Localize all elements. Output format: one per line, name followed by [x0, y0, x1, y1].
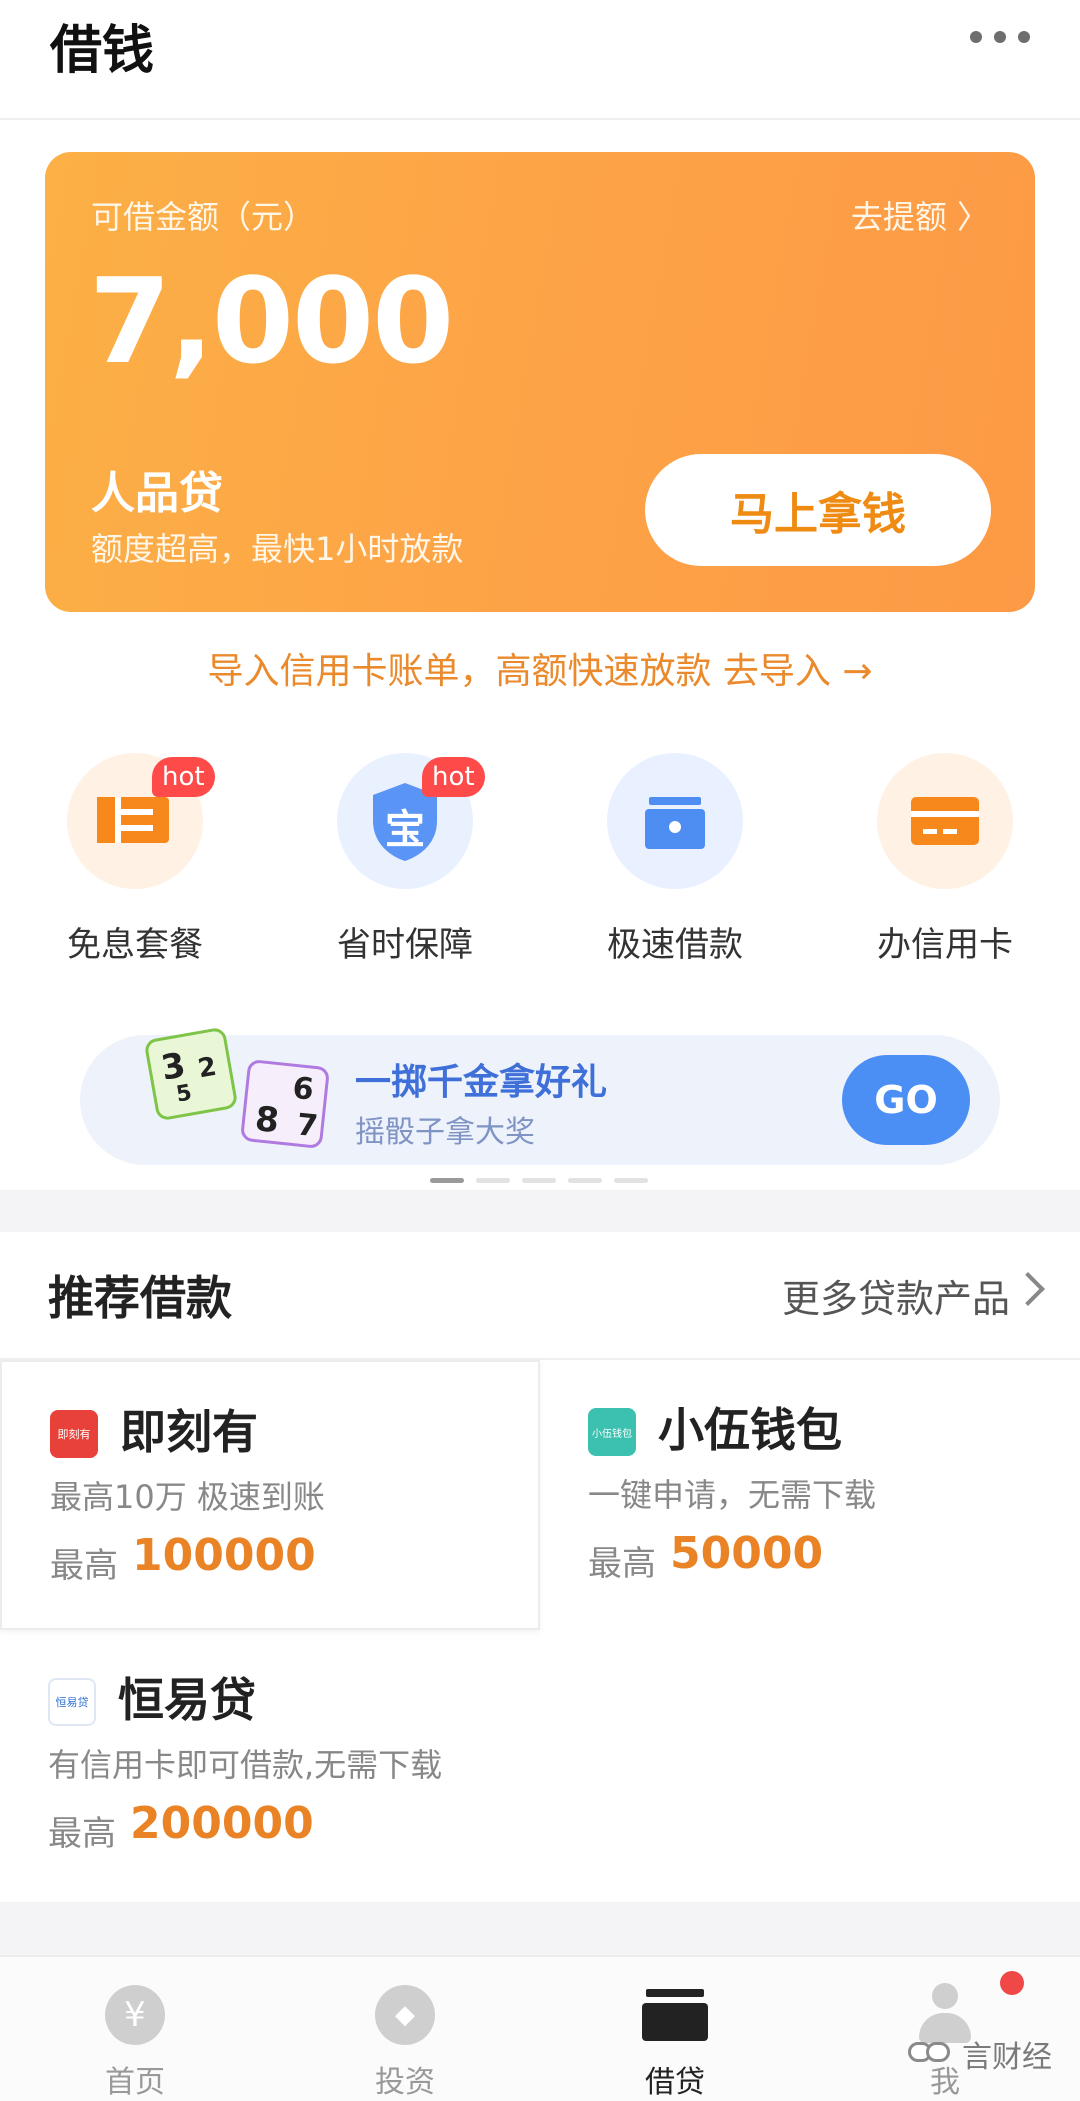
- product-max-label: 最高: [48, 1814, 116, 1854]
- loan-amount-card: 可借金额（元） 去提额 〉 7,000 人品贷 额度超高，最快1小时放款 马上拿…: [45, 152, 1035, 612]
- loan-product-card[interactable]: 即刻有 即刻有 最高10万 极速到账 最高 100000: [0, 1360, 540, 1630]
- top-section: 借钱 可借金额（元） 去提额 〉 7,000 人品贷 额度超高，最快1小时放款 …: [0, 0, 1080, 1190]
- product-description: 最高10万 极速到账: [50, 1478, 325, 1516]
- quick-actions: hot 免息套餐 宝 hot 省时保障 极速借款 办信用卡: [0, 745, 1080, 975]
- dice-number: 8: [253, 1099, 281, 1142]
- carousel-dot: [476, 1178, 510, 1183]
- loan-product-card[interactable]: 小伍钱包 小伍钱包 一键申请，无需下载 最高 50000: [540, 1360, 1080, 1630]
- card-icon: [911, 797, 979, 845]
- folder-icon: [645, 797, 705, 849]
- loan-product-description: 额度超高，最快1小时放款: [91, 530, 464, 568]
- product-max-value: 100000: [132, 1530, 316, 1581]
- dice-icon: 6 8 7: [239, 1058, 331, 1150]
- product-max-label: 最高: [588, 1544, 656, 1584]
- product-logo-text: 小伍钱包: [592, 1428, 632, 1440]
- product-name: 小伍钱包: [658, 1403, 842, 1457]
- chevron-right-icon[interactable]: [1011, 1272, 1045, 1306]
- dice-icon: 3 2 5: [143, 1026, 239, 1122]
- product-logo-text: 即刻有: [57, 1428, 91, 1441]
- loan-box-icon: [642, 1989, 708, 2041]
- app-header: 借钱: [0, 0, 1080, 120]
- quick-action-label: 省时保障: [337, 925, 473, 965]
- product-max-value: 50000: [670, 1528, 824, 1579]
- tab-label: 首页: [105, 2065, 165, 2100]
- loan-product-name: 人品贷: [91, 468, 223, 519]
- quick-action-icon-circle: [607, 753, 743, 889]
- product-logo: 小伍钱包: [588, 1408, 636, 1456]
- tab-invest[interactable]: ◆ 投资: [270, 1957, 540, 2101]
- tab-label: 借贷: [645, 2065, 705, 2100]
- more-menu-button[interactable]: [970, 25, 1030, 49]
- more-dot-icon: [1018, 31, 1030, 43]
- section-title: 推荐借款: [48, 1271, 232, 1325]
- import-credit-bill-link[interactable]: 导入信用卡账单，高额快速放款 去导入 →: [0, 642, 1080, 694]
- product-logo: 恒易贷: [48, 1678, 96, 1726]
- product-description: 有信用卡即可借款,无需下载: [48, 1746, 443, 1784]
- watermark-text: 言财经: [962, 2040, 1052, 2075]
- dice-number: 6: [290, 1070, 316, 1108]
- dice-number: 7: [295, 1107, 320, 1145]
- yen-icon: ¥: [105, 1985, 165, 2045]
- more-dot-icon: [994, 31, 1006, 43]
- available-amount-label: 可借金额（元）: [91, 198, 316, 236]
- product-max-label: 最高: [50, 1546, 118, 1586]
- notification-dot: [1000, 1971, 1024, 1995]
- get-money-button[interactable]: 马上拿钱: [645, 454, 991, 566]
- product-logo: 即刻有: [50, 1410, 98, 1458]
- available-amount-value: 7,000: [89, 252, 454, 390]
- quick-action-interest-free[interactable]: hot 免息套餐: [0, 745, 270, 975]
- carousel-dot: [568, 1178, 602, 1183]
- quick-action-fast-loan[interactable]: 极速借款: [540, 745, 810, 975]
- tab-loan[interactable]: 借贷: [540, 1957, 810, 2101]
- go-button[interactable]: GO: [842, 1055, 970, 1145]
- dice-game-banner[interactable]: 3 2 5 6 8 7 一掷千金拿好礼 摇骰子拿大奖 GO: [80, 1026, 1000, 1165]
- product-description: 一键申请，无需下载: [588, 1476, 877, 1514]
- hot-badge: hot: [422, 757, 485, 797]
- tab-home[interactable]: ¥ 首页: [0, 1957, 270, 2101]
- shield-icon-text: 宝: [385, 807, 425, 853]
- quick-action-label: 办信用卡: [877, 925, 1013, 965]
- tab-me[interactable]: 我: [810, 1957, 1080, 2101]
- carousel-dot-active: [430, 1178, 464, 1183]
- product-logo-text: 恒易贷: [55, 1696, 89, 1709]
- diamond-icon: ◆: [375, 1985, 435, 2045]
- wechat-logo-icon: [908, 2040, 954, 2068]
- recommended-header: 推荐借款 更多贷款产品: [0, 1232, 1080, 1360]
- product-max-value: 200000: [130, 1798, 314, 1849]
- carousel-dot: [522, 1178, 556, 1183]
- banner-subtitle: 摇骰子拿大奖: [355, 1115, 535, 1150]
- carousel-dot: [614, 1178, 648, 1183]
- quick-action-icon-circle: [877, 753, 1013, 889]
- loan-product-card[interactable]: 恒易贷 恒易贷 有信用卡即可借款,无需下载 最高 200000: [0, 1630, 540, 1900]
- dice-number: 5: [174, 1080, 194, 1108]
- more-loan-products-link[interactable]: 更多贷款产品: [782, 1268, 1010, 1323]
- product-name: 即刻有: [120, 1405, 258, 1459]
- hot-badge: hot: [152, 757, 215, 797]
- product-name: 恒易贷: [118, 1673, 256, 1727]
- quick-action-label: 免息套餐: [67, 925, 203, 965]
- bottom-tab-bar: ¥ 首页 ◆ 投资 借贷 我: [0, 1955, 1080, 2101]
- watermark: 言财经: [908, 2032, 1052, 2076]
- dice-number: 2: [195, 1051, 219, 1085]
- quick-action-time-guarantee[interactable]: 宝 hot 省时保障: [270, 745, 540, 975]
- banner-title: 一掷千金拿好礼: [355, 1062, 608, 1103]
- page-title: 借钱: [50, 21, 155, 81]
- raise-limit-link[interactable]: 去提额 〉: [851, 192, 989, 238]
- quick-action-credit-card[interactable]: 办信用卡: [810, 745, 1080, 975]
- tab-label: 投资: [375, 2065, 435, 2100]
- more-dot-icon: [970, 31, 982, 43]
- carousel-indicator: [430, 1178, 660, 1184]
- quick-action-label: 极速借款: [607, 925, 743, 965]
- recommended-loans-section: 推荐借款 更多贷款产品 即刻有 即刻有 最高10万 极速到账 最高 100000…: [0, 1232, 1080, 1902]
